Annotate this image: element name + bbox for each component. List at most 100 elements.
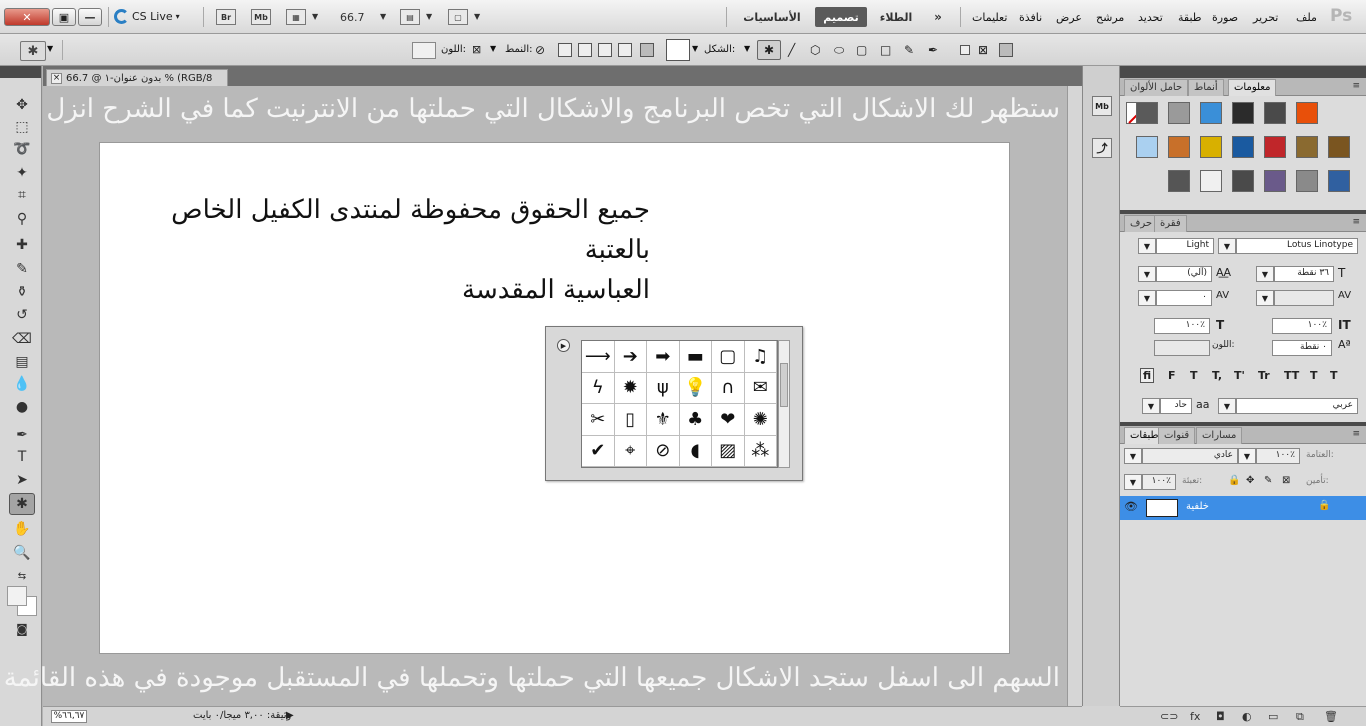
chevron-down-icon[interactable]: ▼ — [1238, 448, 1256, 464]
chevron-down-icon[interactable]: ▼ — [1124, 448, 1142, 464]
tab-info[interactable]: معلومات — [1228, 79, 1277, 96]
vertical-scale-field[interactable]: ١٠٠٪ — [1272, 318, 1332, 334]
rectangle-tool-icon[interactable]: □ — [880, 43, 894, 57]
pen-tool-icon[interactable]: ✒ — [928, 43, 942, 57]
chevron-down-icon[interactable]: ▼ — [1138, 290, 1156, 306]
shape-banner-icon[interactable]: ▬ — [679, 341, 712, 373]
quick-selection-icon[interactable]: ✦ — [9, 162, 35, 184]
menu-file[interactable]: ملف — [1296, 11, 1317, 24]
style-swatch[interactable] — [1232, 136, 1254, 158]
menu-view[interactable]: عرض — [1056, 11, 1082, 24]
chevron-down-icon[interactable]: ▼ — [1138, 266, 1156, 282]
style-swatch[interactable] — [1136, 102, 1158, 124]
color-swatch[interactable] — [412, 42, 436, 59]
shape-starburst-icon[interactable]: ✹ — [614, 372, 647, 404]
new-group-icon[interactable]: ▭ — [1268, 710, 1278, 723]
new-layer-icon[interactable]: ⧉ — [1296, 710, 1304, 724]
shape-hatch-icon[interactable]: ▨ — [712, 435, 745, 467]
blend-mode-field[interactable]: عادي — [1142, 448, 1238, 464]
text-style-button[interactable]: F — [1168, 369, 1176, 382]
screen-mode-icon[interactable]: ▢ — [448, 9, 468, 25]
workspace-more-button[interactable]: » — [930, 7, 946, 27]
shape-envelope-icon[interactable]: ✉ — [744, 372, 777, 404]
style-swatch[interactable] — [1200, 102, 1222, 124]
zoom-status-field[interactable]: %٦٦,٦٧ — [51, 710, 87, 723]
layer-row[interactable]: 👁 خلفية 🔒 — [1120, 496, 1366, 520]
baseline-shift-field[interactable]: ٠ نقطة — [1272, 340, 1332, 356]
tracking-field[interactable]: ٠ — [1156, 290, 1212, 306]
polygon-tool-icon[interactable]: ⬡ — [810, 43, 824, 57]
text-style-button[interactable]: T — [1310, 369, 1318, 382]
style-swatch[interactable] — [1136, 136, 1158, 158]
zoom-level-field[interactable]: 66.7 — [340, 11, 365, 24]
exclude-shape-icon[interactable] — [618, 43, 632, 57]
style-swatch[interactable] — [1264, 136, 1286, 158]
shape-fleur-de-lis-icon[interactable]: ⚜ — [647, 404, 680, 436]
menu-help[interactable]: تعليمات — [972, 11, 1007, 24]
freeform-pen-icon[interactable]: ✎ — [904, 43, 918, 57]
shape-speech-bubble-icon[interactable]: ◖ — [679, 435, 712, 467]
text-style-button[interactable]: T, — [1212, 369, 1222, 382]
adjustment-layer-icon[interactable]: ◐ — [1242, 710, 1252, 723]
tab-swatches[interactable]: حامل الألوان — [1124, 79, 1189, 96]
shape-arrow-bold-icon[interactable]: ➔ — [614, 341, 647, 373]
fill-pixels-icon[interactable] — [960, 45, 970, 55]
style-swatch[interactable] — [1232, 102, 1254, 124]
blur-tool-icon[interactable]: 💧 — [9, 373, 35, 395]
text-style-button[interactable]: T — [1330, 369, 1338, 382]
shape-horse-shoe-icon[interactable]: ∩ — [712, 372, 745, 404]
status-menu-arrow-icon[interactable]: ▶ — [286, 710, 294, 721]
type-tool-icon[interactable]: T — [9, 446, 35, 468]
eraser-tool-icon[interactable]: ⌫ — [9, 328, 35, 350]
pen-tool-icon[interactable]: ✒ — [9, 424, 35, 446]
fill-field[interactable]: ١٠٠٪ — [1142, 474, 1176, 490]
panel-menu-icon[interactable]: ≡ — [1352, 81, 1360, 91]
kerning-field[interactable] — [1274, 290, 1334, 306]
history-brush-icon[interactable]: ↺ — [9, 304, 35, 326]
chevron-down-icon[interactable]: ▼ — [490, 44, 496, 53]
mini-bridge-panel-button[interactable]: Mb — [1092, 96, 1112, 116]
dodge-tool-icon[interactable]: ● — [9, 396, 35, 418]
menu-select[interactable]: تحديد — [1138, 11, 1163, 24]
chevron-down-icon[interactable]: ▼ — [692, 44, 698, 53]
shape-scissors-icon[interactable]: ✂ — [582, 404, 615, 436]
shape-arrow-solid-icon[interactable]: ➡ — [647, 341, 680, 373]
panel-menu-icon[interactable]: ≡ — [1352, 217, 1360, 227]
lock-all-icon[interactable]: 🔒 — [1228, 475, 1240, 486]
style-swatch[interactable] — [1168, 170, 1190, 192]
shape-heart-icon[interactable]: ❤ — [712, 404, 745, 436]
chevron-down-icon[interactable]: ▼ — [426, 12, 432, 21]
custom-shape-tool-icon[interactable]: ✱ — [9, 493, 35, 515]
menu-layer[interactable]: طبقة — [1178, 11, 1202, 24]
shape-arrow-thin-icon[interactable]: ⟶ — [582, 341, 615, 373]
marquee-tool-icon[interactable]: ⬚ — [9, 116, 35, 138]
font-size-field[interactable]: ٣٦ نقطة — [1274, 266, 1334, 282]
style-swatch[interactable] — [1168, 136, 1190, 158]
shape-frame-icon[interactable]: ▢ — [712, 341, 745, 373]
chevron-down-icon[interactable]: ▼ — [1218, 238, 1236, 254]
text-style-button[interactable]: TT — [1284, 369, 1299, 382]
font-family-field[interactable]: Lotus Linotype — [1236, 238, 1358, 254]
menu-image[interactable]: صورة — [1212, 11, 1238, 24]
shape-grass-icon[interactable]: ψ — [647, 372, 680, 404]
path-selection-icon[interactable]: ➤ — [9, 469, 35, 491]
zoom-tool-icon[interactable]: 🔍 — [9, 542, 35, 564]
horizontal-scale-field[interactable]: ١٠٠٪ — [1154, 318, 1210, 334]
text-style-button[interactable]: fi — [1140, 368, 1155, 383]
link-layers-icon[interactable]: ⊂⊃ — [1160, 710, 1178, 723]
shape-checker-icon[interactable]: ⁂ — [744, 435, 777, 467]
chevron-down-icon[interactable]: ▼ — [1138, 238, 1156, 254]
chevron-down-icon[interactable]: ▼ — [1142, 398, 1160, 414]
tab-styles[interactable]: أنماط — [1188, 79, 1224, 96]
workspace-painting[interactable]: الطلاء — [880, 7, 913, 27]
workspace-essentials[interactable]: الأساسيات — [740, 7, 804, 27]
font-style-field[interactable]: Light — [1156, 238, 1214, 254]
link-icon[interactable]: ⊘ — [535, 43, 549, 57]
gradient-tool-icon[interactable]: ▤ — [9, 351, 35, 373]
lock-image-icon[interactable]: ✎ — [1264, 475, 1272, 486]
chevron-down-icon[interactable]: ▼ — [1218, 398, 1236, 414]
text-color-swatch[interactable] — [1154, 340, 1210, 356]
shape-blank-frame-icon[interactable]: ▯ — [614, 404, 647, 436]
lock-transparent-icon[interactable]: ⊠ — [1282, 475, 1290, 486]
layer-mask-icon[interactable]: ◘ — [1216, 710, 1225, 723]
